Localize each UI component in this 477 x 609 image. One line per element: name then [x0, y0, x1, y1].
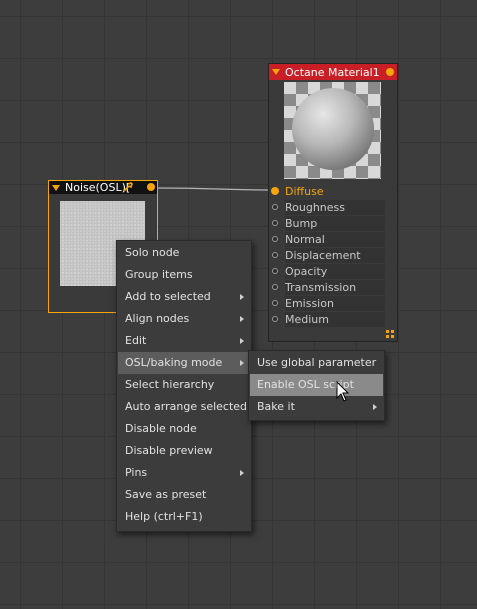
submenu-arrow-icon: [240, 338, 244, 344]
pin-label: Transmission: [285, 280, 385, 295]
mouse-cursor-icon: [336, 381, 350, 402]
pin-emission[interactable]: Emission: [269, 296, 387, 311]
menu-item-label: Disable preview: [125, 444, 213, 457]
input-pin-icon[interactable]: [272, 268, 278, 274]
menu-item-label: Group items: [125, 268, 193, 281]
menu-item-label: Disable node: [125, 422, 197, 435]
submenu-arrow-icon: [240, 470, 244, 476]
input-pin-icon[interactable]: [272, 284, 278, 290]
pin-normal[interactable]: Normal: [269, 232, 387, 247]
menu-item-group-items[interactable]: Group items: [118, 264, 250, 286]
submenu-arrow-icon: [240, 294, 244, 300]
menu-item-align-nodes[interactable]: Align nodes: [118, 308, 250, 330]
osl-baking-submenu: Use global parameter Enable OSL script B…: [248, 350, 385, 421]
menu-item-enable-osl-script[interactable]: Enable OSL script: [250, 374, 383, 396]
pin-transmission[interactable]: Transmission: [269, 280, 387, 295]
material-node-title: Octane Material1: [285, 65, 380, 79]
menu-item-pins[interactable]: Pins: [118, 462, 250, 484]
pin-label: Normal: [285, 232, 385, 247]
menu-item-osl-baking-mode[interactable]: OSL/baking mode: [118, 352, 250, 374]
pin-label: Medium: [285, 312, 385, 327]
pin-roughness[interactable]: Roughness: [269, 200, 387, 215]
menu-item-label: Use global parameter: [257, 356, 377, 369]
input-pin-icon[interactable]: [272, 316, 278, 322]
menu-item-edit[interactable]: Edit: [118, 330, 250, 352]
menu-item-auto-arrange-selected[interactable]: Auto arrange selected: [118, 396, 250, 418]
material-node-header[interactable]: Octane Material1: [269, 64, 397, 80]
menu-item-label: Help (ctrl+F1): [125, 510, 203, 523]
menu-item-help[interactable]: Help (ctrl+F1): [118, 506, 250, 528]
menu-item-solo-node[interactable]: Solo node: [118, 242, 250, 264]
submenu-arrow-icon: [373, 404, 377, 410]
menu-item-disable-node[interactable]: Disable node: [118, 418, 250, 440]
menu-item-use-global-parameter[interactable]: Use global parameter: [250, 352, 383, 374]
menu-item-label: Edit: [125, 334, 147, 347]
pin-label: Roughness: [285, 200, 385, 215]
menu-item-label: Save as preset: [125, 488, 207, 501]
pin-opacity[interactable]: Opacity: [269, 264, 387, 279]
menu-item-disable-preview[interactable]: Disable preview: [118, 440, 250, 462]
pin-label: Diffuse: [285, 185, 324, 198]
collapse-triangle-icon[interactable]: [272, 69, 280, 75]
pin-label: Opacity: [285, 264, 385, 279]
pin-diffuse[interactable]: Diffuse: [269, 184, 387, 199]
menu-item-save-as-preset[interactable]: Save as preset: [118, 484, 250, 506]
input-pin-icon[interactable]: [272, 204, 278, 210]
submenu-arrow-icon: [240, 316, 244, 322]
pin-displacement[interactable]: Displacement: [269, 248, 387, 263]
input-pin-icon[interactable]: [272, 220, 278, 226]
pin-label: Bump: [285, 216, 385, 231]
submenu-arrow-icon: [240, 360, 244, 366]
menu-item-label: Align nodes: [125, 312, 190, 325]
output-pin-icon[interactable]: [386, 68, 394, 76]
menu-item-label: Solo node: [125, 246, 180, 259]
input-pin-icon[interactable]: [272, 236, 278, 242]
collapse-triangle-icon[interactable]: [52, 184, 60, 191]
menu-item-label: Bake it: [257, 400, 295, 413]
noise-node-title: Noise(OSL)[: [65, 181, 131, 194]
pin-bump[interactable]: Bump: [269, 216, 387, 231]
input-pin-icon[interactable]: [271, 187, 279, 195]
pin-label: Emission: [285, 296, 385, 311]
menu-item-bake-it[interactable]: Bake it: [250, 396, 383, 418]
output-pin-icon[interactable]: [147, 183, 155, 191]
menu-item-label: Auto arrange selected: [125, 400, 248, 413]
octane-material-node[interactable]: Octane Material1 Diffuse Roughness Bump …: [268, 63, 398, 342]
menu-item-select-hierarchy[interactable]: Select hierarchy: [118, 374, 250, 396]
input-pin-icon[interactable]: [272, 300, 278, 306]
preview-sphere: [292, 88, 374, 170]
menu-item-label: OSL/baking mode: [125, 356, 223, 369]
menu-item-label: Pins: [125, 466, 148, 479]
pin-label: Displacement: [285, 248, 385, 263]
input-pin-icon[interactable]: [272, 252, 278, 258]
resize-handle-icon[interactable]: [386, 330, 394, 338]
menu-item-label: Add to selected: [125, 290, 211, 303]
material-preview: [284, 82, 381, 179]
pin-medium[interactable]: Medium: [269, 312, 387, 327]
noise-node-header[interactable]: Noise(OSL)[: [49, 181, 157, 194]
menu-item-label: Select hierarchy: [125, 378, 215, 391]
wrench-icon[interactable]: [123, 182, 133, 192]
context-menu: Solo node Group items Add to selected Al…: [116, 240, 252, 532]
menu-item-add-to-selected[interactable]: Add to selected: [118, 286, 250, 308]
